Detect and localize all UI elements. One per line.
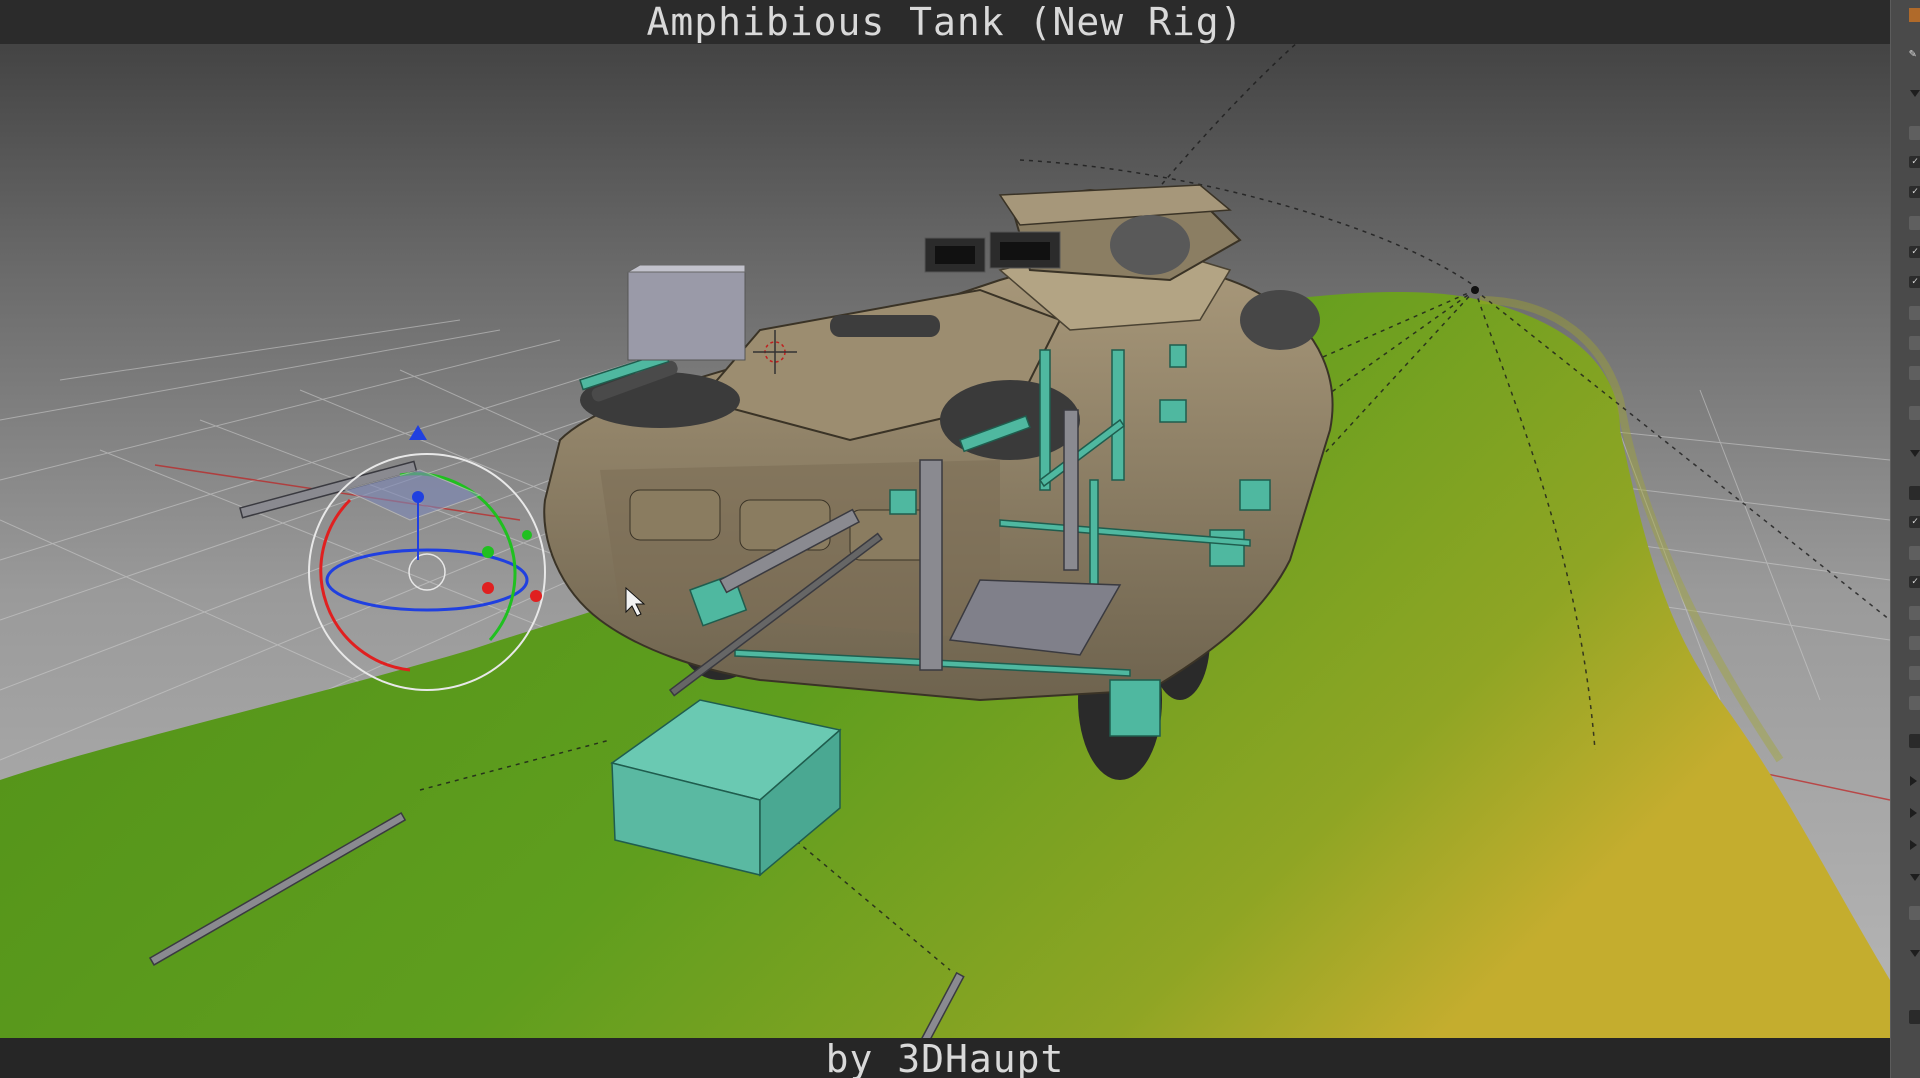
- collapse-arrow-icon[interactable]: [1910, 950, 1920, 957]
- checkbox[interactable]: ✓: [1909, 246, 1920, 258]
- panel-control[interactable]: [1909, 906, 1920, 920]
- panel-control[interactable]: [1909, 1010, 1920, 1024]
- panel-control[interactable]: [1909, 126, 1920, 140]
- panel-control[interactable]: [1909, 366, 1920, 380]
- collapse-arrow-icon[interactable]: [1910, 450, 1920, 457]
- panel-control[interactable]: [1909, 666, 1920, 680]
- panel-control[interactable]: [1909, 306, 1920, 320]
- checkbox[interactable]: ✓: [1909, 276, 1920, 288]
- render-icon[interactable]: [1909, 8, 1920, 22]
- panel-control[interactable]: [1909, 216, 1920, 230]
- panel-control[interactable]: [1909, 486, 1920, 500]
- panel-control[interactable]: [1909, 606, 1920, 620]
- panel-control[interactable]: [1909, 336, 1920, 350]
- expand-arrow-icon[interactable]: [1910, 808, 1917, 818]
- panel-control[interactable]: [1909, 406, 1920, 420]
- scene-render[interactable]: [0, 0, 1890, 1078]
- expand-arrow-icon[interactable]: [1910, 840, 1917, 850]
- wrench-icon[interactable]: ✎: [1909, 46, 1920, 60]
- checkbox[interactable]: ✓: [1909, 576, 1920, 588]
- collapse-arrow-icon[interactable]: [1910, 90, 1920, 97]
- panel-control[interactable]: [1909, 696, 1920, 710]
- checkbox[interactable]: ✓: [1909, 156, 1920, 168]
- properties-panel-strip[interactable]: ✎ ✓ ✓ ✓ ✓ ✓ ✓: [1890, 0, 1920, 1078]
- panel-control[interactable]: [1909, 546, 1920, 560]
- 3d-viewport[interactable]: Amphibious Tank (New Rig) by 3DHaupt: [0, 0, 1890, 1078]
- panel-control[interactable]: [1909, 734, 1920, 748]
- grey-cube-control: [626, 264, 746, 361]
- checkbox[interactable]: ✓: [1909, 186, 1920, 198]
- author-credit: by 3DHaupt: [0, 1038, 1890, 1078]
- checkbox[interactable]: ✓: [1909, 516, 1920, 528]
- expand-arrow-icon[interactable]: [1910, 776, 1917, 786]
- panel-control[interactable]: [1909, 636, 1920, 650]
- collapse-arrow-icon[interactable]: [1910, 874, 1920, 881]
- video-title: Amphibious Tank (New Rig): [0, 0, 1890, 44]
